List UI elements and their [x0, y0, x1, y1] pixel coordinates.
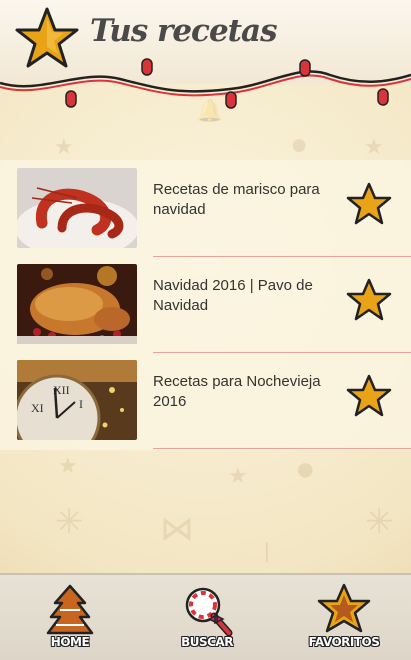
roast-turkey-photo — [17, 264, 137, 344]
list-item[interactable]: XI XII I Recetas para Nochevieja 2016 — [0, 360, 411, 456]
recipe-list: Recetas de marisco para navidad Navidad … — [0, 160, 411, 450]
decor-star-icon: ★ — [364, 134, 384, 159]
list-item[interactable]: Recetas de marisco para navidad — [0, 168, 411, 264]
item-divider — [153, 256, 411, 257]
decor-star-icon: ★ — [228, 463, 248, 488]
bottom-nav: HOME BUSCAR FAVORITOS — [0, 573, 411, 660]
decor-snowflake-icon: ✳ — [55, 503, 84, 541]
decor-bow-icon: ⋈ — [160, 510, 194, 548]
candy-cane-search-icon — [185, 587, 233, 637]
search-button[interactable]: BUSCAR — [157, 583, 257, 653]
home-label: HOME — [50, 635, 90, 649]
favorites-button[interactable]: FAVORITOS — [294, 583, 394, 653]
favorite-star-icon[interactable] — [346, 374, 392, 418]
recipe-title[interactable]: Recetas de marisco para navidad — [153, 180, 333, 220]
decor-candle-icon: | — [264, 538, 270, 563]
list-item[interactable]: Navidad 2016 | Pavo de Navidad — [0, 264, 411, 360]
app-header: Tus recetas — [0, 0, 411, 120]
gingerbread-tree-icon — [46, 584, 94, 635]
favorites-label: FAVORITOS — [308, 635, 380, 649]
recipe-title[interactable]: Navidad 2016 | Pavo de Navidad — [153, 276, 333, 316]
decor-ornament-icon: ● — [290, 128, 309, 161]
recipe-title[interactable]: Recetas para Nochevieja 2016 — [153, 372, 333, 412]
page-title: Tus recetas — [90, 13, 278, 49]
item-divider — [153, 448, 411, 449]
home-button[interactable]: HOME — [20, 583, 120, 653]
item-divider — [153, 352, 411, 353]
favorite-star-icon[interactable] — [346, 278, 392, 322]
shrimp-photo — [17, 168, 137, 248]
clock-photo: XI XII I — [17, 360, 137, 440]
christmas-lights-icon — [0, 58, 411, 109]
svg-text:XI: XI — [31, 401, 44, 415]
favorite-star-icon[interactable] — [346, 182, 392, 226]
decor-star-icon: ★ — [58, 453, 78, 478]
decor-snowflake-icon: ✳ — [365, 503, 394, 541]
decor-ornament-icon: ● — [295, 450, 316, 488]
svg-text:I: I — [79, 397, 83, 411]
gingerbread-star-icon — [317, 583, 371, 633]
decor-star-icon: ★ — [54, 134, 74, 159]
search-label: BUSCAR — [181, 635, 233, 649]
